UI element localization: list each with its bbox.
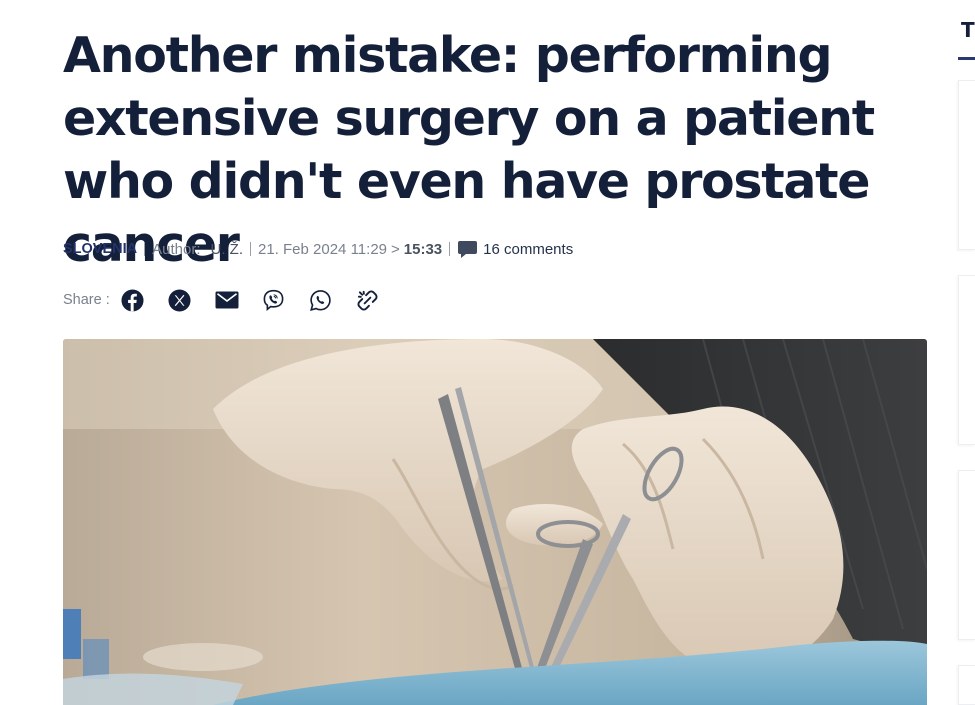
meta-divider — [144, 242, 146, 256]
comments-count: 16 comments — [483, 240, 574, 258]
sidebar-card[interactable] — [958, 80, 975, 250]
publish-time: 11:29 — [350, 240, 388, 258]
share-copy-link-button[interactable] — [355, 287, 381, 313]
updated-time: 15:33 — [403, 240, 443, 258]
share-label: Share : — [63, 292, 110, 308]
sidebar-card[interactable] — [958, 665, 975, 705]
share-facebook-button[interactable] — [120, 287, 146, 313]
facebook-icon — [121, 288, 144, 312]
sidebar-title: T — [961, 18, 975, 42]
publish-date: 21. Feb 2024 — [258, 240, 347, 258]
article-hero-image — [63, 339, 927, 705]
sidebar-card[interactable] — [958, 470, 975, 640]
time-separator: > — [391, 240, 400, 258]
x-icon — [168, 288, 191, 312]
author-label: Author: — [152, 240, 201, 258]
sidebar-partial: T — [958, 0, 975, 705]
surgery-photo — [63, 339, 927, 705]
link-icon — [357, 289, 378, 311]
sidebar-card[interactable] — [958, 275, 975, 445]
share-viber-button[interactable] — [261, 287, 287, 313]
sidebar-title-underline — [958, 57, 975, 60]
meta-divider — [449, 242, 451, 256]
category-link[interactable]: SLOVENIA — [63, 241, 137, 257]
comment-bubble-icon — [458, 240, 478, 258]
share-bar: Share : — [63, 287, 402, 313]
whatsapp-icon — [310, 289, 331, 311]
meta-divider — [250, 242, 251, 256]
viber-icon — [263, 289, 284, 311]
comments-link[interactable]: 16 comments — [457, 240, 573, 259]
author-name: U. Ž. — [210, 240, 244, 258]
article-meta: SLOVENIA Author: U. Ž. 21. Feb 2024 11:2… — [63, 238, 573, 260]
share-whatsapp-button[interactable] — [308, 287, 334, 313]
share-email-button[interactable] — [214, 287, 240, 313]
mail-icon — [215, 291, 239, 309]
share-x-button[interactable] — [167, 287, 193, 313]
